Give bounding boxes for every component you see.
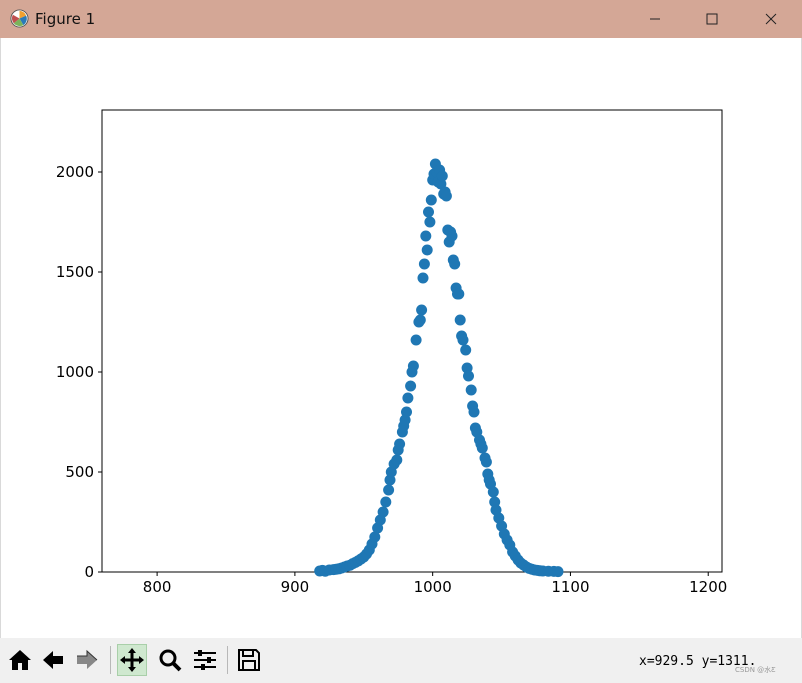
toolbar-separator bbox=[110, 646, 111, 674]
maximize-button[interactable] bbox=[689, 0, 735, 38]
toolbar-separator bbox=[227, 646, 228, 674]
scatter-point bbox=[421, 244, 433, 256]
scatter-point bbox=[424, 216, 436, 228]
scatter-point bbox=[460, 344, 472, 356]
x-tick-label: 1100 bbox=[551, 578, 589, 596]
forward-button[interactable] bbox=[72, 644, 102, 676]
zoom-button[interactable] bbox=[155, 644, 185, 676]
scatter-point bbox=[391, 454, 403, 466]
scatter-point bbox=[420, 230, 432, 242]
scatter-point bbox=[465, 384, 477, 396]
scatter-point bbox=[487, 486, 499, 498]
scatter-point bbox=[446, 230, 458, 242]
y-tick-label: 2000 bbox=[56, 163, 94, 181]
close-icon bbox=[765, 13, 777, 25]
scatter-point bbox=[414, 314, 426, 326]
forward-icon bbox=[77, 649, 98, 669]
y-tick-label: 500 bbox=[65, 463, 94, 481]
scatter-point bbox=[417, 272, 429, 284]
scatter-point bbox=[383, 484, 395, 496]
back-button[interactable] bbox=[38, 644, 68, 676]
scatter-point bbox=[401, 406, 412, 418]
scatter-point bbox=[416, 304, 428, 316]
watermark: CSDN @水Ƹ bbox=[735, 666, 776, 674]
maximize-icon bbox=[706, 13, 718, 25]
scatter-point bbox=[410, 334, 422, 346]
pan-icon bbox=[120, 648, 144, 672]
scatter-point bbox=[480, 456, 492, 468]
home-icon bbox=[9, 650, 31, 670]
scatter-point bbox=[407, 360, 419, 372]
scatter-point bbox=[423, 206, 434, 218]
subplots-button[interactable] bbox=[190, 644, 220, 676]
home-button[interactable] bbox=[5, 644, 35, 676]
scatter-point bbox=[418, 258, 430, 270]
y-tick-label: 1500 bbox=[56, 263, 94, 281]
scatter-point bbox=[377, 506, 389, 518]
x-tick-label: 1000 bbox=[414, 578, 452, 596]
pan-button[interactable] bbox=[117, 644, 147, 676]
x-tick-label: 1200 bbox=[689, 578, 727, 596]
scatter-point bbox=[402, 392, 414, 404]
zoom-icon bbox=[159, 649, 182, 672]
scatter-point bbox=[394, 438, 406, 450]
scatter-point bbox=[380, 496, 392, 508]
back-icon bbox=[43, 651, 63, 669]
scatter-point bbox=[436, 170, 448, 182]
scatter-point bbox=[453, 288, 465, 300]
scatter-point bbox=[405, 380, 417, 392]
scatter-point bbox=[449, 258, 461, 270]
x-tick-label: 800 bbox=[143, 578, 172, 596]
subplots-icon bbox=[194, 650, 216, 670]
title-bar: Figure 1 bbox=[0, 0, 802, 38]
scatter-point bbox=[440, 190, 452, 202]
figure-canvas[interactable]: 800 900 1000 1100 1200 0 500 1000 1500 2000 bbox=[0, 38, 802, 638]
matplotlib-app-icon bbox=[10, 9, 29, 28]
scatter-point bbox=[476, 442, 488, 454]
scatter-point bbox=[425, 194, 437, 206]
scatter-plot: 800 900 1000 1100 1200 0 500 1000 1500 2000 bbox=[56, 109, 727, 596]
x-tick-label: 900 bbox=[281, 578, 310, 596]
scatter-point bbox=[468, 406, 480, 418]
scatter-point bbox=[552, 566, 564, 578]
minimize-icon bbox=[650, 18, 660, 20]
y-tick-label: 1000 bbox=[56, 363, 94, 381]
save-button[interactable] bbox=[234, 644, 264, 676]
scatter-point bbox=[457, 334, 469, 346]
scatter-point bbox=[463, 370, 474, 382]
window-title: Figure 1 bbox=[35, 10, 96, 28]
save-icon bbox=[238, 649, 260, 671]
minimize-button[interactable] bbox=[632, 0, 678, 38]
y-tick-label: 0 bbox=[84, 563, 94, 581]
scatter-point bbox=[454, 314, 466, 326]
close-button[interactable] bbox=[748, 0, 794, 38]
